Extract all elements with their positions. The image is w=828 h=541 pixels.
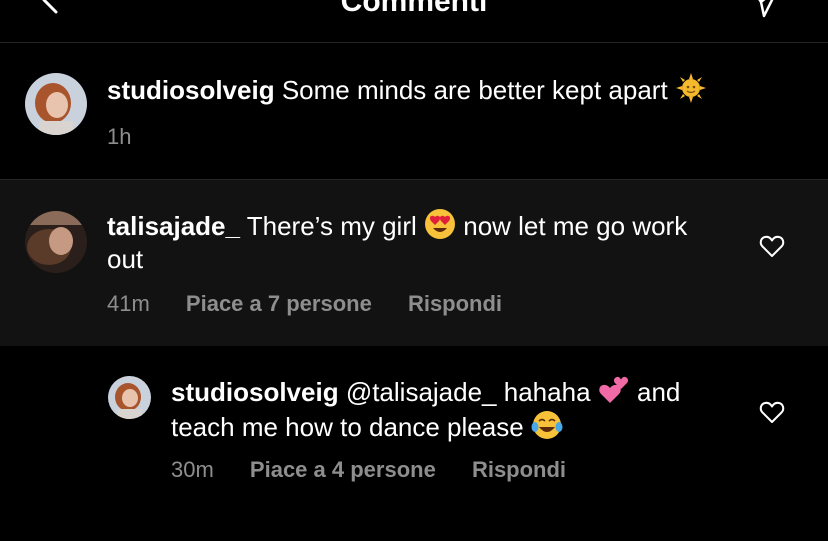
reply-button[interactable]: Rispondi [472,457,566,482]
caption-body: Some minds are better kept apart [281,75,668,105]
reply-meta: 30m Piace a 4 persone Rispondi [171,457,596,483]
username-link[interactable]: studiosolveig [107,75,275,105]
paper-plane-icon [758,0,774,18]
like-heart-icon[interactable] [759,399,785,425]
heart-eyes-emoji [425,209,455,239]
tears-of-joy-emoji [531,411,563,439]
reply-text: studiosolveig @talisajade_ hahaha and te… [171,374,731,444]
caption-meta: 1h [107,124,161,150]
avatar[interactable] [108,376,151,419]
avatar[interactable] [25,211,87,273]
header-bar: Commenti [0,0,828,43]
reply-body-start: hahaha [503,377,591,407]
likes-count-link[interactable]: Piace a 7 persone [186,291,372,316]
sun-face-emoji [675,73,706,103]
username-link[interactable]: talisajade_ [107,211,240,241]
reply-button[interactable]: Rispondi [408,291,502,316]
timestamp: 41m [107,291,150,316]
username-link[interactable]: studiosolveig [171,377,339,407]
caption-text: studiosolveig Some minds are better kept… [107,72,797,107]
comment-item: talisajade_ There’s my girl now let me g… [0,180,828,346]
avatar[interactable] [25,73,87,135]
page-title: Commenti [340,0,488,18]
comment-body-start: There’s my girl [246,211,417,241]
two-hearts-emoji [599,376,628,403]
like-heart-icon[interactable] [759,233,785,259]
mention-link[interactable]: @talisajade_ [346,377,497,407]
comment-text: talisajade_ There’s my girl now let me g… [107,208,717,276]
send-button[interactable] [748,0,782,20]
comment-meta: 41m Piace a 7 persone Rispondi [107,291,532,317]
likes-count-link[interactable]: Piace a 4 persone [250,457,436,482]
reply-item: studiosolveig @talisajade_ hahaha and te… [0,346,828,541]
post-caption: studiosolveig Some minds are better kept… [0,43,828,180]
timestamp: 30m [171,457,214,482]
timestamp: 1h [107,124,132,149]
